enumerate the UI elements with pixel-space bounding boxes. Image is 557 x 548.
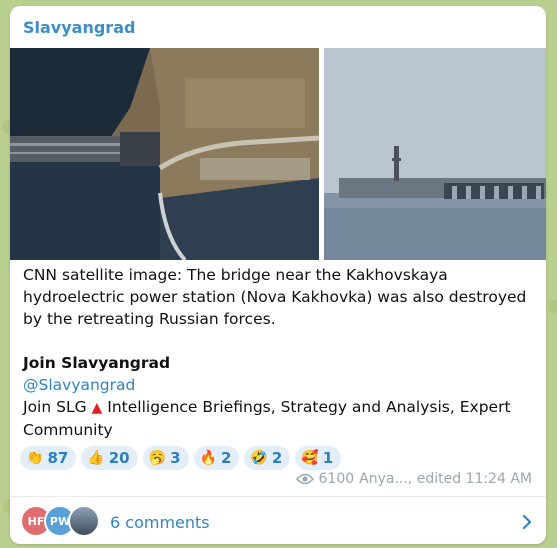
- reaction-count: 1: [322, 449, 334, 467]
- caption-line: by the retreating Russian forces.: [23, 310, 276, 328]
- reaction-rofl[interactable]: 🤣 2: [244, 446, 291, 470]
- reaction-count: 2: [220, 449, 232, 467]
- reaction-count: 2: [271, 449, 283, 467]
- chevron-right-icon: [522, 514, 532, 530]
- join-title: Join Slavyangrad: [23, 354, 171, 372]
- dam-photo[interactable]: [324, 48, 546, 260]
- red-triangle-icon: ▲: [91, 400, 103, 416]
- reaction-yawn[interactable]: 🥱 3: [142, 446, 189, 470]
- avatar-photo: [68, 505, 100, 537]
- post-text: CNN satellite image: The bridge near the…: [23, 264, 531, 441]
- caption-line: hydroelectric power station (Nova Kakhov…: [23, 288, 527, 306]
- reactions-bar: 👏 87 👍 20 🥱 3 🔥 2 🤣 2 🥰 1: [20, 446, 342, 470]
- smiling-hearts-icon: 🥰: [301, 450, 319, 466]
- reaction-love[interactable]: 🥰 1: [295, 446, 342, 470]
- view-count: 6100: [318, 471, 355, 487]
- reaction-clap[interactable]: 👏 87: [20, 446, 77, 470]
- channel-name[interactable]: Slavyangrad: [23, 18, 135, 37]
- caption-line: CNN satellite image: The bridge near the…: [23, 266, 448, 284]
- channel-handle-link[interactable]: @Slavyangrad: [23, 374, 531, 396]
- reaction-thumbs-up[interactable]: 👍 20: [81, 446, 138, 470]
- media-album: [10, 48, 546, 260]
- reaction-count: 87: [47, 449, 69, 467]
- yawn-icon: 🥱: [148, 450, 167, 466]
- reaction-count: 20: [108, 449, 130, 467]
- reaction-fire[interactable]: 🔥 2: [193, 446, 240, 470]
- comments-button[interactable]: HF PW 6 comments: [10, 497, 546, 544]
- clap-icon: 👏: [26, 450, 44, 466]
- post-meta: 6100 Anya..., edited 11:24 AM: [295, 471, 532, 487]
- satellite-photo[interactable]: [10, 48, 319, 260]
- fire-icon: 🔥: [199, 450, 217, 466]
- promo-prefix: Join SLG: [23, 398, 87, 416]
- eye-icon: [295, 473, 314, 485]
- promo-line: Join SLG ▲ Intelligence Briefings, Strat…: [23, 396, 531, 441]
- wallpaper-dot: [548, 300, 557, 314]
- author-edited-time: Anya..., edited 11:24 AM: [359, 471, 532, 487]
- thumbs-up-icon: 👍: [87, 450, 105, 466]
- reaction-count: 3: [170, 449, 181, 467]
- rofl-icon: 🤣: [250, 450, 268, 466]
- channel-post-card: Slavyangrad CNN satellite image: The bri…: [10, 6, 546, 544]
- comments-label: 6 comments: [110, 513, 210, 532]
